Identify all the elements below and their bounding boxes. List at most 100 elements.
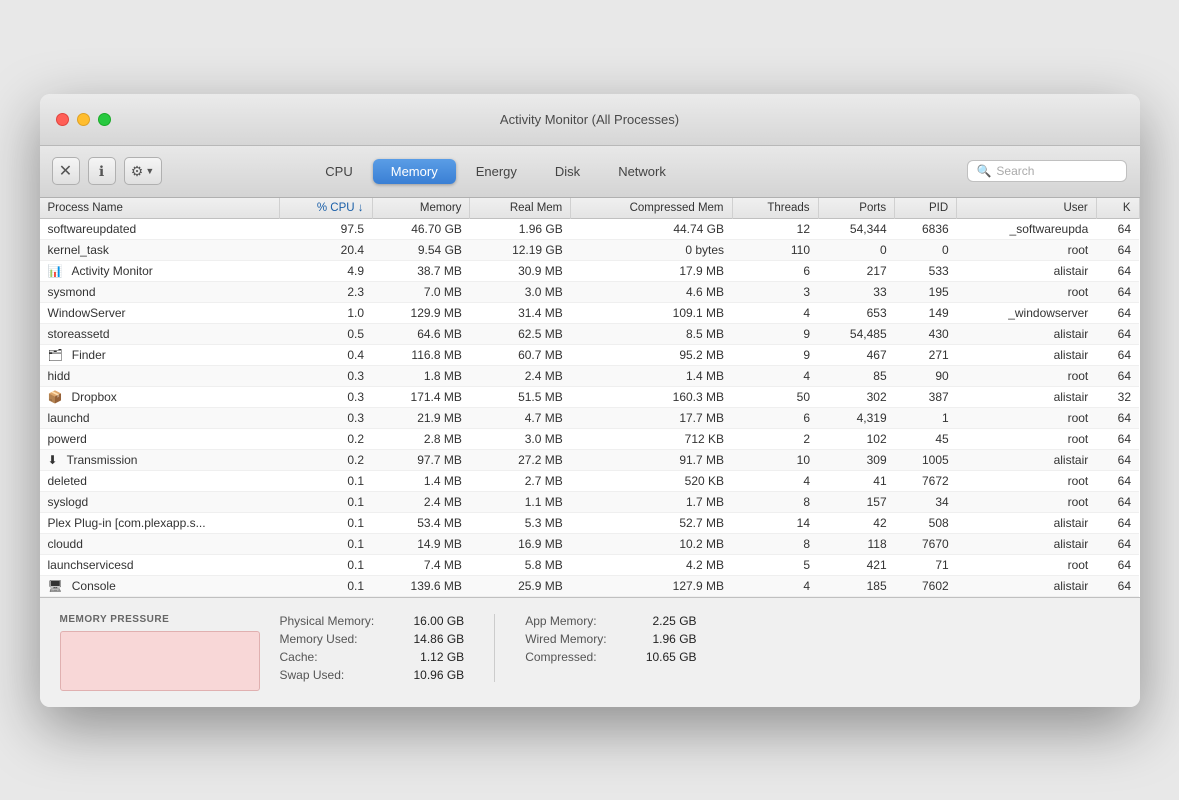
tab-energy[interactable]: Energy: [458, 159, 535, 184]
cell-ports: 42: [818, 512, 895, 533]
cell-threads: 6: [732, 260, 818, 281]
cell-user: alistair: [957, 512, 1097, 533]
cell-user: alistair: [957, 386, 1097, 407]
search-input[interactable]: [996, 164, 1118, 178]
process-name-cell: WindowServer: [40, 303, 280, 323]
table-row[interactable]: launchd0.321.9 MB4.7 MB17.7 MB64,3191roo…: [40, 407, 1140, 428]
table-row[interactable]: syslogd0.12.4 MB1.1 MB1.7 MB815734root64: [40, 491, 1140, 512]
cell-memory: 1.4 MB: [372, 470, 470, 491]
minimize-button[interactable]: [77, 113, 90, 126]
stat-value: 10.96 GB: [394, 668, 464, 682]
process-tbody: softwareupdated97.546.70 GB1.96 GB44.74 …: [40, 218, 1140, 596]
table-row[interactable]: kernel_task20.49.54 GB12.19 GB0 bytes110…: [40, 239, 1140, 260]
cell-pid: 149: [895, 302, 957, 323]
cell-ports: 102: [818, 428, 895, 449]
cell-threads: 14: [732, 512, 818, 533]
table-row[interactable]: hidd0.31.8 MB2.4 MB1.4 MB48590root64: [40, 365, 1140, 386]
cell-k: 64: [1096, 323, 1139, 344]
tab-cpu[interactable]: CPU: [307, 159, 370, 184]
cell-user: _windowserver: [957, 302, 1097, 323]
cell-compressed: 1.4 MB: [571, 365, 732, 386]
process-name: deleted: [48, 474, 87, 488]
col-header-realmem[interactable]: Real Mem: [470, 198, 571, 219]
stat-row: Wired Memory:1.96 GB: [525, 632, 696, 646]
stat-value: 1.12 GB: [394, 650, 464, 664]
cell-cpu: 0.3: [280, 407, 373, 428]
cell-compressed: 109.1 MB: [571, 302, 732, 323]
cell-cpu: 4.9: [280, 260, 373, 281]
col-header-k[interactable]: K: [1096, 198, 1139, 219]
table-row[interactable]: launchservicesd0.17.4 MB5.8 MB4.2 MB5421…: [40, 554, 1140, 575]
cell-ports: 54,485: [818, 323, 895, 344]
info-btn[interactable]: ℹ: [88, 157, 116, 185]
table-row[interactable]: 🖥Console0.1139.6 MB25.9 MB127.9 MB418576…: [40, 575, 1140, 596]
cell-threads: 50: [732, 386, 818, 407]
traffic-lights: [56, 113, 111, 126]
table-row[interactable]: deleted0.11.4 MB2.7 MB520 KB4417672root6…: [40, 470, 1140, 491]
cell-memory: 97.7 MB: [372, 449, 470, 470]
table-row[interactable]: cloudd0.114.9 MB16.9 MB10.2 MB81187670al…: [40, 533, 1140, 554]
process-name: Plex Plug-in [com.plexapp.s...: [48, 516, 206, 530]
cell-memory: 7.4 MB: [372, 554, 470, 575]
cell-user: alistair: [957, 344, 1097, 365]
process-name-cell: 🗂Finder: [40, 345, 280, 365]
cell-k: 64: [1096, 575, 1139, 596]
cell-pid: 1: [895, 407, 957, 428]
cell-threads: 4: [732, 575, 818, 596]
process-name: Finder: [72, 348, 106, 362]
process-name-cell: kernel_task: [40, 240, 280, 260]
cell-cpu: 0.1: [280, 470, 373, 491]
process-name-cell: cloudd: [40, 534, 280, 554]
cell-compressed: 4.6 MB: [571, 281, 732, 302]
process-name-cell: storeassetd: [40, 324, 280, 344]
cell-user: alistair: [957, 533, 1097, 554]
cell-memory: 171.4 MB: [372, 386, 470, 407]
table-row[interactable]: WindowServer1.0129.9 MB31.4 MB109.1 MB46…: [40, 302, 1140, 323]
gear-btn[interactable]: ⚙▼: [124, 157, 162, 185]
col-header-cpu[interactable]: % CPU ↓: [280, 198, 373, 219]
process-name: kernel_task: [48, 243, 109, 257]
cell-compressed: 160.3 MB: [571, 386, 732, 407]
tab-group: CPU Memory Energy Disk Network: [307, 159, 684, 184]
cell-compressed: 10.2 MB: [571, 533, 732, 554]
table-row[interactable]: sysmond2.37.0 MB3.0 MB4.6 MB333195root64: [40, 281, 1140, 302]
table-row[interactable]: powerd0.22.8 MB3.0 MB712 KB210245root64: [40, 428, 1140, 449]
tab-memory[interactable]: Memory: [373, 159, 456, 184]
cell-threads: 8: [732, 533, 818, 554]
cell-realmem: 2.4 MB: [470, 365, 571, 386]
table-row[interactable]: 🗂Finder0.4116.8 MB60.7 MB95.2 MB9467271a…: [40, 344, 1140, 365]
cell-threads: 5: [732, 554, 818, 575]
tab-disk[interactable]: Disk: [537, 159, 598, 184]
cell-cpu: 0.1: [280, 533, 373, 554]
col-header-threads[interactable]: Threads: [732, 198, 818, 219]
cell-k: 64: [1096, 554, 1139, 575]
col-header-ports[interactable]: Ports: [818, 198, 895, 219]
cell-threads: 10: [732, 449, 818, 470]
process-table-container[interactable]: Process Name % CPU ↓ Memory Real Mem Com…: [40, 198, 1140, 597]
process-name-cell: ⬇Transmission: [40, 450, 280, 470]
close-button[interactable]: [56, 113, 69, 126]
cell-ports: 185: [818, 575, 895, 596]
col-header-user[interactable]: User: [957, 198, 1097, 219]
process-name: powerd: [48, 432, 87, 446]
tab-network[interactable]: Network: [600, 159, 684, 184]
col-header-compressed[interactable]: Compressed Mem: [571, 198, 732, 219]
col-header-pid[interactable]: PID: [895, 198, 957, 219]
close-btn[interactable]: ✕: [52, 157, 80, 185]
maximize-button[interactable]: [98, 113, 111, 126]
stat-label: Swap Used:: [280, 668, 345, 682]
stat-row: Swap Used: 10.96 GB: [280, 668, 465, 682]
table-row[interactable]: Plex Plug-in [com.plexapp.s...0.153.4 MB…: [40, 512, 1140, 533]
col-header-memory[interactable]: Memory: [372, 198, 470, 219]
process-name: Dropbox: [71, 390, 116, 404]
col-header-name[interactable]: Process Name: [40, 198, 280, 219]
table-row[interactable]: softwareupdated97.546.70 GB1.96 GB44.74 …: [40, 218, 1140, 239]
table-row[interactable]: storeassetd0.564.6 MB62.5 MB8.5 MB954,48…: [40, 323, 1140, 344]
toolbar: ✕ ℹ ⚙▼ CPU Memory Energy Disk Network 🔍: [40, 146, 1140, 198]
table-row[interactable]: ⬇Transmission0.297.7 MB27.2 MB91.7 MB103…: [40, 449, 1140, 470]
table-row[interactable]: 📊Activity Monitor4.938.7 MB30.9 MB17.9 M…: [40, 260, 1140, 281]
table-row[interactable]: 📦Dropbox0.3171.4 MB51.5 MB160.3 MB503023…: [40, 386, 1140, 407]
cell-ports: 157: [818, 491, 895, 512]
cell-cpu: 0.2: [280, 428, 373, 449]
cell-compressed: 4.2 MB: [571, 554, 732, 575]
